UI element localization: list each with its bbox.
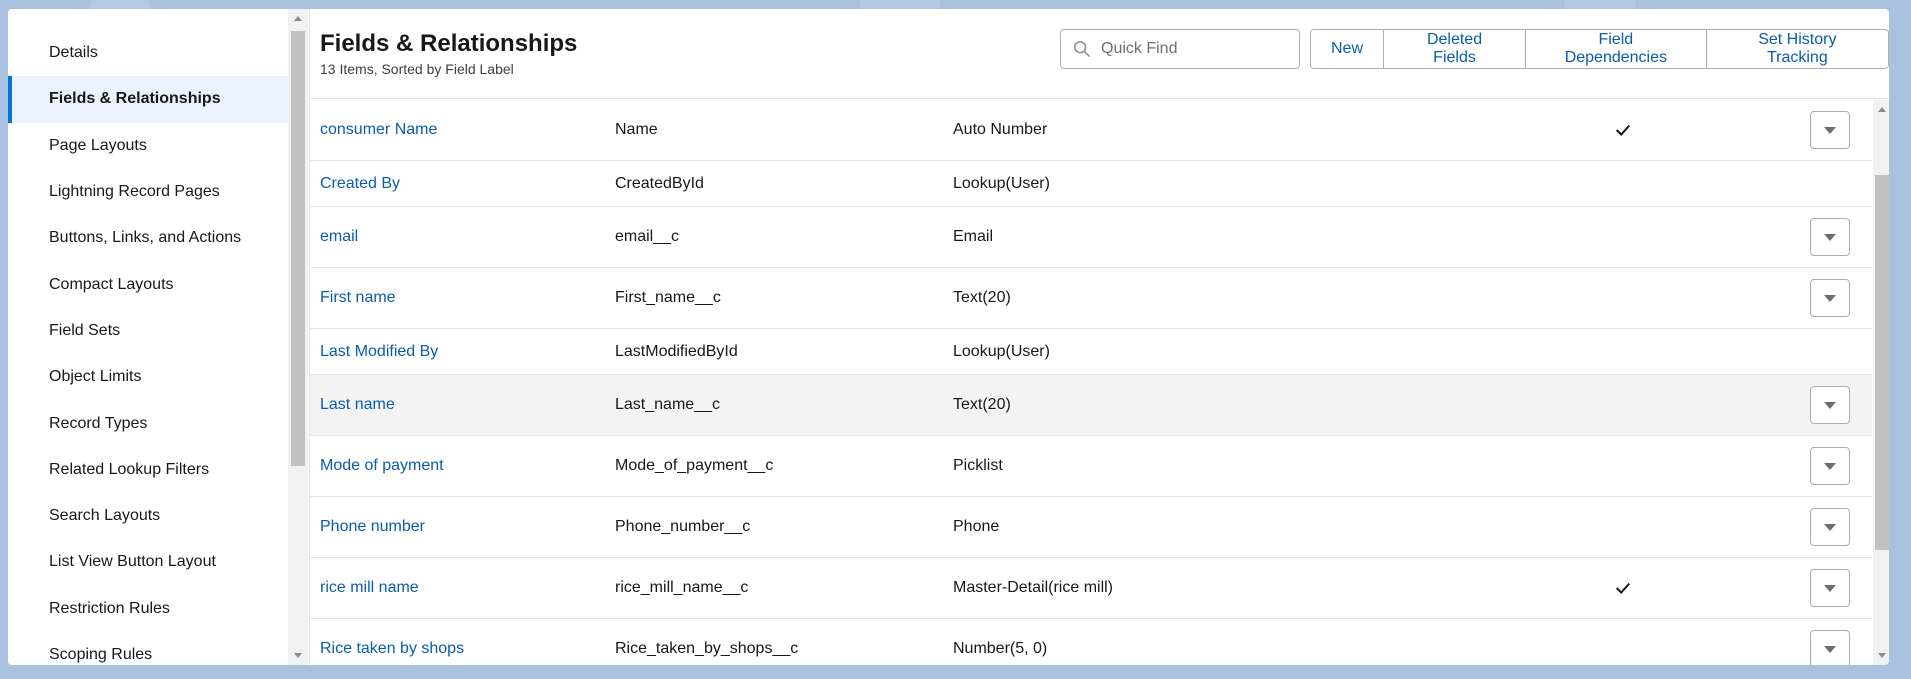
field-data-type: Text(20) (953, 289, 1011, 306)
item-count-subtitle: 13 Items, Sorted by Field Label (320, 61, 514, 77)
field-label-link[interactable]: Last Modified By (320, 343, 438, 361)
scroll-down-arrow-icon[interactable] (1878, 653, 1886, 658)
field-label-link[interactable]: consumer Name (320, 121, 437, 139)
new-button[interactable]: New (1311, 30, 1384, 68)
chevron-down-icon (1824, 401, 1836, 409)
sidebar-scrollbar[interactable] (288, 9, 308, 665)
sidebar-item-record-types[interactable]: Record Types (8, 400, 288, 446)
table-row: Mode of payment Mode_of_payment__c Pickl… (310, 436, 1872, 497)
table-row: Rice taken by shops Rice_taken_by_shops_… (310, 619, 1872, 665)
fields-header: Fields & Relationships 13 Items, Sorted … (310, 9, 1889, 99)
sidebar-item-fields-relationships[interactable]: Fields & Relationships (8, 76, 288, 123)
field-data-type: Auto Number (953, 121, 1048, 138)
chevron-down-icon (1824, 126, 1836, 134)
sidebar-scrollbar-thumb[interactable] (291, 31, 305, 466)
table-scrollbar-thumb[interactable] (1875, 175, 1889, 550)
sidebar-item-buttons-links-actions[interactable]: Buttons, Links, and Actions (8, 215, 288, 261)
table-row: email email__c Email (310, 207, 1872, 268)
row-actions-dropdown[interactable] (1810, 279, 1850, 317)
table-row: Phone number Phone_number__c Phone (310, 497, 1872, 558)
field-api-name: Rice_taken_by_shops__c (615, 640, 799, 657)
chevron-down-icon (1824, 645, 1836, 653)
scroll-up-arrow-icon[interactable] (294, 16, 302, 21)
deleted-fields-button[interactable]: Deleted Fields (1383, 30, 1526, 68)
sidebar-item-related-lookup-filters[interactable]: Related Lookup Filters (8, 447, 288, 493)
object-manager-sidebar: Details Fields & Relationships Page Layo… (8, 9, 310, 665)
row-actions-dropdown[interactable] (1810, 447, 1850, 485)
chevron-down-icon (1824, 233, 1836, 241)
table-row: Last Modified By LastModifiedById Lookup… (310, 329, 1872, 375)
sidebar-item-details[interactable]: Details (8, 30, 288, 76)
field-api-name: Last_name__c (615, 396, 720, 413)
table-scrollbar[interactable] (1873, 100, 1889, 665)
field-label-link[interactable]: Phone number (320, 518, 425, 536)
sidebar-item-page-layouts[interactable]: Page Layouts (8, 123, 288, 169)
field-api-name: First_name__c (615, 289, 721, 306)
sidebar-item-search-layouts[interactable]: Search Layouts (8, 493, 288, 539)
row-actions-dropdown[interactable] (1810, 508, 1850, 546)
row-actions-dropdown[interactable] (1810, 386, 1850, 424)
scroll-up-arrow-icon[interactable] (1878, 107, 1886, 112)
field-data-type: Lookup(User) (953, 174, 1050, 192)
field-data-type: Number(5, 0) (953, 640, 1048, 657)
sidebar-item-list-view-button-layout[interactable]: List View Button Layout (8, 539, 288, 585)
sidebar-item-lightning-record-pages[interactable]: Lightning Record Pages (8, 169, 288, 215)
page-title: Fields & Relationships (320, 30, 578, 57)
set-history-tracking-button[interactable]: Set History Tracking (1705, 30, 1888, 68)
fields-table: consumer Name Name Auto Number Created B… (310, 100, 1872, 665)
field-api-name: email__c (615, 228, 680, 245)
sidebar-item-field-sets[interactable]: Field Sets (8, 308, 288, 354)
scroll-down-arrow-icon[interactable] (294, 653, 302, 658)
quick-find-box[interactable] (1060, 29, 1300, 69)
row-actions-dropdown[interactable] (1810, 630, 1850, 665)
row-actions-dropdown[interactable] (1810, 111, 1850, 149)
table-row: consumer Name Name Auto Number (310, 100, 1872, 161)
field-label-link[interactable]: rice mill name (320, 579, 419, 597)
field-api-name: Name (615, 121, 658, 138)
field-api-name: LastModifiedById (615, 342, 738, 360)
field-label-link[interactable]: Created By (320, 175, 400, 193)
field-dependencies-button[interactable]: Field Dependencies (1525, 30, 1706, 68)
field-data-type: Phone (953, 518, 1000, 535)
field-label-link[interactable]: email (320, 228, 358, 246)
indexed-check-icon (1615, 124, 1631, 136)
field-label-link[interactable]: Rice taken by shops (320, 640, 464, 658)
field-api-name: Phone_number__c (615, 518, 751, 535)
table-row: Last name Last_name__c Text(20) (310, 375, 1872, 436)
row-actions-dropdown[interactable] (1810, 218, 1850, 256)
field-label-link[interactable]: Last name (320, 396, 395, 414)
setup-panel: Details Fields & Relationships Page Layo… (8, 9, 1889, 665)
sidebar-nav: Details Fields & Relationships Page Layo… (8, 9, 288, 665)
field-data-type: Email (953, 228, 994, 245)
field-label-link[interactable]: Mode of payment (320, 457, 444, 475)
field-data-type: Picklist (953, 457, 1003, 474)
field-api-name: Mode_of_payment__c (615, 457, 774, 474)
indexed-check-icon (1615, 582, 1631, 594)
sidebar-item-restriction-rules[interactable]: Restriction Rules (8, 586, 288, 632)
field-label-link[interactable]: First name (320, 289, 396, 307)
sidebar-item-scoping-rules[interactable]: Scoping Rules (8, 632, 288, 665)
field-api-name: CreatedById (615, 174, 704, 192)
table-row: First name First_name__c Text(20) (310, 268, 1872, 329)
sidebar-item-object-limits[interactable]: Object Limits (8, 354, 288, 400)
chevron-down-icon (1824, 462, 1836, 470)
row-actions-dropdown[interactable] (1810, 569, 1850, 607)
search-icon (1073, 40, 1091, 58)
field-data-type: Master-Detail(rice mill) (953, 579, 1114, 596)
table-row: Created By CreatedById Lookup(User) (310, 161, 1872, 207)
fields-main: Fields & Relationships 13 Items, Sorted … (310, 9, 1889, 665)
chevron-down-icon (1824, 584, 1836, 592)
quick-find-input[interactable] (1101, 40, 1291, 58)
field-data-type: Lookup(User) (953, 342, 1050, 360)
sidebar-item-compact-layouts[interactable]: Compact Layouts (8, 261, 288, 307)
field-api-name: rice_mill_name__c (615, 579, 749, 596)
table-row: rice mill name rice_mill_name__c Master-… (310, 558, 1872, 619)
field-data-type: Text(20) (953, 396, 1011, 413)
header-button-group: New Deleted Fields Field Dependencies Se… (1310, 29, 1889, 69)
chevron-down-icon (1824, 523, 1836, 531)
chevron-down-icon (1824, 294, 1836, 302)
